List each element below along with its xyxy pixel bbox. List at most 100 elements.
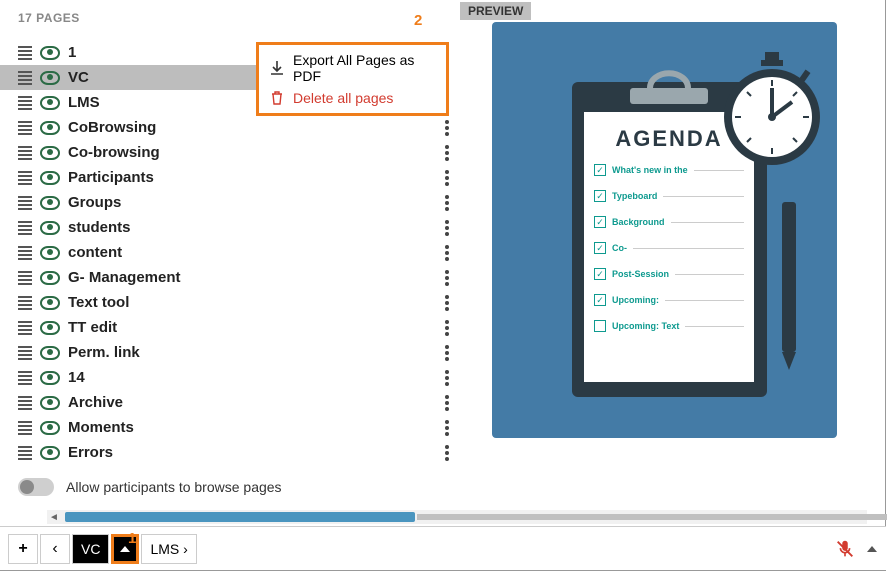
visibility-icon[interactable] [40,221,60,235]
page-row-menu-button[interactable] [439,420,455,436]
agenda-item-text: Upcoming: Text [612,321,679,331]
page-row[interactable]: Archive [18,390,455,415]
page-row-menu-button[interactable] [439,395,455,411]
visibility-icon[interactable] [40,121,60,135]
scroll-thumb[interactable] [65,512,415,522]
page-row[interactable]: Errors [18,440,455,465]
page-row[interactable]: content [18,240,455,265]
page-row-menu-button[interactable] [439,345,455,361]
checkbox-icon: ✓ [594,190,606,202]
page-row[interactable]: students [18,215,455,240]
rule-line [665,300,744,301]
drag-handle-icon[interactable] [18,96,32,110]
drag-handle-icon[interactable] [18,121,32,135]
rule-line [633,248,744,249]
page-row-menu-button[interactable] [439,220,455,236]
page-label: TT edit [68,319,439,336]
drag-handle-icon[interactable] [18,346,32,360]
visibility-icon[interactable] [40,96,60,110]
drag-handle-icon[interactable] [18,171,32,185]
delete-all-item[interactable]: Delete all pages [265,87,440,109]
drag-handle-icon[interactable] [18,196,32,210]
expand-up-icon[interactable] [866,544,878,554]
page-label: G- Management [68,269,439,286]
visibility-icon[interactable] [40,346,60,360]
visibility-icon[interactable] [40,446,60,460]
page-row-menu-button[interactable] [439,320,455,336]
rule-line [685,326,744,327]
page-options-menu: Export All Pages as PDF Delete all pages [256,42,449,116]
mic-muted-icon[interactable] [834,538,856,560]
visibility-icon[interactable] [40,196,60,210]
page-label: Co-browsing [68,144,439,161]
drag-handle-icon[interactable] [18,321,32,335]
checkbox-icon: ✓ [594,164,606,176]
drag-handle-icon[interactable] [18,71,32,85]
drag-handle-icon[interactable] [18,296,32,310]
visibility-icon[interactable] [40,246,60,260]
add-tab-button[interactable]: + [8,534,38,564]
clip-icon [610,70,728,105]
tab-lms[interactable]: LMS › [141,534,196,564]
drag-handle-icon[interactable] [18,396,32,410]
checkbox-icon [594,320,606,332]
page-label: Text tool [68,294,439,311]
visibility-icon[interactable] [40,396,60,410]
pen-graphic [782,202,796,392]
visibility-icon[interactable] [40,146,60,160]
page-label: Archive [68,394,439,411]
page-label: Participants [68,169,439,186]
download-icon [269,60,285,76]
prev-tab-button[interactable]: ‹ [40,534,70,564]
page-row-menu-button[interactable] [439,195,455,211]
visibility-icon[interactable] [40,71,60,85]
page-row[interactable]: TT edit [18,315,455,340]
page-row[interactable]: Participants [18,165,455,190]
page-row[interactable]: CoBrowsing [18,115,455,140]
page-row-menu-button[interactable] [439,145,455,161]
tab-vc[interactable]: VC [72,534,109,564]
page-row[interactable]: Text tool [18,290,455,315]
page-row-menu-button[interactable] [439,245,455,261]
page-row-menu-button[interactable] [439,445,455,461]
agenda-item-text: Post-Session [612,269,669,279]
callout-1: 1 [128,530,136,547]
drag-handle-icon[interactable] [18,421,32,435]
visibility-icon[interactable] [40,171,60,185]
page-row[interactable]: 14 [18,365,455,390]
drag-handle-icon[interactable] [18,46,32,60]
drag-handle-icon[interactable] [18,446,32,460]
preview-label: PREVIEW [460,2,531,20]
page-row[interactable]: Co-browsing [18,140,455,165]
drag-handle-icon[interactable] [18,146,32,160]
visibility-icon[interactable] [40,371,60,385]
visibility-icon[interactable] [40,321,60,335]
page-row-menu-button[interactable] [439,370,455,386]
page-row[interactable]: Perm. link [18,340,455,365]
page-row[interactable]: Groups [18,190,455,215]
horizontal-scrollbar[interactable]: ◄ [47,510,867,524]
page-label: Groups [68,194,439,211]
rule-line [671,222,744,223]
visibility-icon[interactable] [40,421,60,435]
checkbox-icon: ✓ [594,294,606,306]
trash-icon [269,90,285,106]
page-row-menu-button[interactable] [439,120,455,136]
drag-handle-icon[interactable] [18,271,32,285]
page-row-menu-button[interactable] [439,295,455,311]
visibility-icon[interactable] [40,46,60,60]
browse-toggle[interactable] [18,478,54,496]
page-row[interactable]: Moments [18,415,455,440]
drag-handle-icon[interactable] [18,371,32,385]
export-pdf-item[interactable]: Export All Pages as PDF [265,49,440,87]
scroll-left-icon: ◄ [49,512,59,523]
visibility-icon[interactable] [40,271,60,285]
agenda-line: Upcoming: Text [594,318,744,334]
page-row-menu-button[interactable] [439,270,455,286]
page-row[interactable]: G- Management [18,265,455,290]
visibility-icon[interactable] [40,296,60,310]
drag-handle-icon[interactable] [18,221,32,235]
drag-handle-icon[interactable] [18,246,32,260]
stopwatch-icon [717,52,827,172]
page-row-menu-button[interactable] [439,170,455,186]
